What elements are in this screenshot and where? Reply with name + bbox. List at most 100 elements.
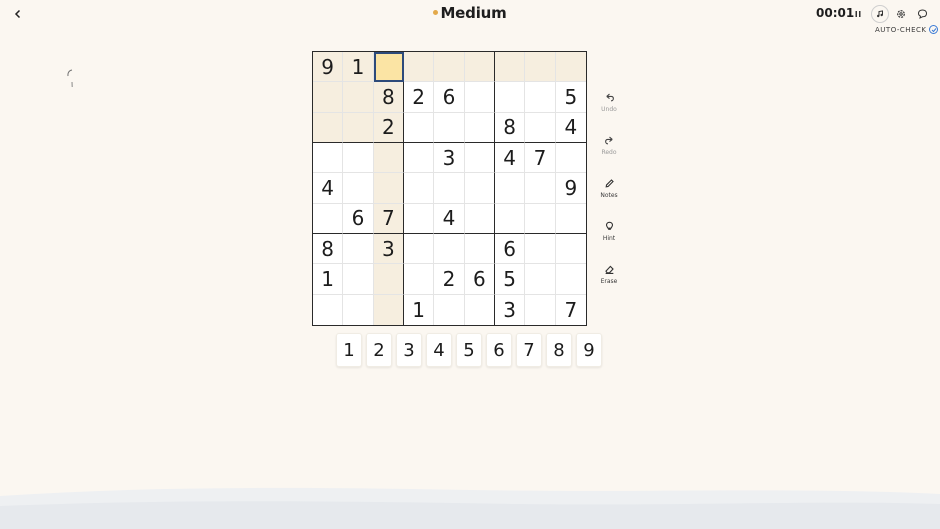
number-button-5[interactable]: 5 [456, 333, 482, 367]
sudoku-cell-r8-c4[interactable] [404, 264, 435, 295]
erase-button[interactable]: Erase [594, 264, 624, 307]
sudoku-cell-r5-c7[interactable] [495, 173, 526, 204]
sudoku-cell-r2-c4[interactable]: 2 [404, 82, 435, 113]
sudoku-cell-r8-c7[interactable]: 5 [495, 264, 526, 295]
sudoku-cell-r4-c4[interactable] [404, 143, 435, 174]
sudoku-cell-r5-c2[interactable] [343, 173, 374, 204]
sudoku-cell-r8-c6[interactable]: 6 [464, 264, 495, 295]
sudoku-cell-r7-c2[interactable] [343, 234, 374, 265]
sudoku-cell-r8-c9[interactable] [555, 264, 586, 295]
sudoku-cell-r9-c3[interactable] [373, 294, 404, 325]
sudoku-cell-r2-c1[interactable] [313, 82, 344, 113]
sudoku-cell-r9-c5[interactable] [434, 294, 465, 325]
sudoku-cell-r2-c3[interactable]: 8 [373, 82, 404, 113]
sudoku-cell-r1-c1[interactable]: 9 [313, 52, 344, 83]
music-button[interactable] [871, 5, 889, 23]
sudoku-cell-r7-c6[interactable] [464, 234, 495, 265]
number-button-7[interactable]: 7 [516, 333, 542, 367]
sudoku-cell-r1-c4[interactable] [404, 52, 435, 83]
sudoku-cell-r7-c8[interactable] [525, 234, 556, 265]
sudoku-cell-r1-c9[interactable] [555, 52, 586, 83]
sudoku-cell-r7-c4[interactable] [404, 234, 435, 265]
sudoku-cell-r1-c7[interactable] [495, 52, 526, 83]
feedback-button[interactable] [913, 5, 931, 23]
sudoku-cell-r1-c5[interactable] [434, 52, 465, 83]
sudoku-cell-r1-c2[interactable]: 1 [343, 52, 374, 83]
sudoku-cell-r7-c1[interactable]: 8 [313, 234, 344, 265]
sudoku-cell-r2-c8[interactable] [525, 82, 556, 113]
auto-check-toggle[interactable]: AUTO-CHECK [875, 25, 939, 34]
sudoku-cell-r3-c8[interactable] [525, 112, 556, 143]
sudoku-cell-r3-c5[interactable] [434, 112, 465, 143]
sudoku-cell-r2-c2[interactable] [343, 82, 374, 113]
notes-button[interactable]: Notes [594, 178, 624, 221]
sudoku-cell-r8-c3[interactable] [373, 264, 404, 295]
sudoku-cell-r1-c3[interactable] [373, 52, 404, 83]
sudoku-cell-r2-c7[interactable] [495, 82, 526, 113]
redo-button[interactable]: Redo [594, 135, 624, 178]
sudoku-cell-r6-c4[interactable] [404, 203, 435, 234]
hint-button[interactable]: Hint [594, 221, 624, 264]
sudoku-cell-r5-c9[interactable]: 9 [555, 173, 586, 204]
undo-button[interactable]: Undo [594, 92, 624, 135]
sudoku-cell-r8-c5[interactable]: 2 [434, 264, 465, 295]
number-button-2[interactable]: 2 [366, 333, 392, 367]
sudoku-cell-r2-c6[interactable] [464, 82, 495, 113]
sudoku-cell-r6-c8[interactable] [525, 203, 556, 234]
sudoku-cell-r3-c9[interactable]: 4 [555, 113, 586, 143]
sudoku-cell-r3-c4[interactable] [404, 112, 435, 143]
sudoku-cell-r9-c8[interactable] [525, 294, 556, 325]
sudoku-cell-r6-c6[interactable] [464, 203, 495, 234]
sudoku-cell-r1-c8[interactable] [525, 52, 556, 83]
sudoku-cell-r3-c3[interactable]: 2 [373, 112, 404, 143]
sudoku-cell-r3-c7[interactable]: 8 [495, 112, 526, 143]
sudoku-cell-r2-c9[interactable]: 5 [555, 82, 586, 113]
sudoku-cell-r4-c5[interactable]: 3 [434, 143, 465, 174]
sudoku-cell-r5-c6[interactable] [464, 173, 495, 204]
sudoku-cell-r7-c3[interactable]: 3 [373, 234, 404, 265]
sudoku-cell-r5-c4[interactable] [404, 173, 435, 204]
sudoku-cell-r5-c8[interactable] [525, 173, 556, 204]
number-button-1[interactable]: 1 [336, 333, 362, 367]
number-button-3[interactable]: 3 [396, 333, 422, 367]
sudoku-cell-r7-c5[interactable] [434, 234, 465, 265]
sudoku-cell-r4-c8[interactable]: 7 [525, 143, 556, 174]
sudoku-cell-r4-c6[interactable] [464, 143, 495, 174]
sudoku-cell-r1-c6[interactable] [464, 52, 495, 83]
sudoku-cell-r5-c3[interactable] [373, 173, 404, 204]
sudoku-cell-r6-c2[interactable]: 6 [343, 203, 374, 234]
sudoku-cell-r9-c9[interactable]: 7 [556, 295, 586, 325]
sudoku-cell-r4-c7[interactable]: 4 [495, 143, 526, 174]
sudoku-cell-r9-c2[interactable] [343, 294, 374, 325]
sudoku-cell-r5-c1[interactable]: 4 [313, 173, 344, 204]
sudoku-cell-r8-c1[interactable]: 1 [313, 264, 344, 295]
sudoku-cell-r3-c1[interactable] [313, 112, 344, 143]
sudoku-cell-r9-c6[interactable] [465, 294, 495, 325]
sudoku-cell-r4-c1[interactable] [313, 143, 344, 174]
sudoku-cell-r7-c7[interactable]: 6 [495, 234, 526, 265]
sudoku-cell-r9-c7[interactable]: 3 [495, 294, 526, 325]
settings-button[interactable] [892, 5, 910, 23]
number-button-6[interactable]: 6 [486, 333, 512, 367]
sudoku-cell-r8-c8[interactable] [525, 264, 556, 295]
number-button-9[interactable]: 9 [576, 333, 602, 367]
sudoku-cell-r9-c1[interactable] [313, 294, 344, 325]
sudoku-cell-r4-c2[interactable] [343, 143, 374, 174]
sudoku-cell-r4-c3[interactable] [373, 143, 404, 174]
sudoku-cell-r6-c7[interactable] [495, 203, 526, 234]
sudoku-cell-r3-c6[interactable] [464, 112, 495, 143]
sudoku-cell-r6-c3[interactable]: 7 [373, 203, 404, 234]
sudoku-cell-r4-c9[interactable] [555, 143, 586, 174]
number-button-8[interactable]: 8 [546, 333, 572, 367]
sudoku-cell-r2-c5[interactable]: 6 [434, 82, 465, 113]
sudoku-cell-r7-c9[interactable] [555, 234, 586, 265]
sudoku-cell-r5-c5[interactable] [434, 173, 465, 204]
sudoku-cell-r8-c2[interactable] [343, 264, 374, 295]
number-button-4[interactable]: 4 [426, 333, 452, 367]
sudoku-cell-r3-c2[interactable] [343, 112, 374, 143]
sudoku-cell-r6-c5[interactable]: 4 [434, 203, 465, 234]
pause-button[interactable] [849, 5, 867, 23]
sudoku-cell-r9-c4[interactable]: 1 [404, 294, 435, 325]
sudoku-cell-r6-c1[interactable] [313, 203, 344, 234]
sudoku-cell-r6-c9[interactable] [555, 204, 586, 234]
